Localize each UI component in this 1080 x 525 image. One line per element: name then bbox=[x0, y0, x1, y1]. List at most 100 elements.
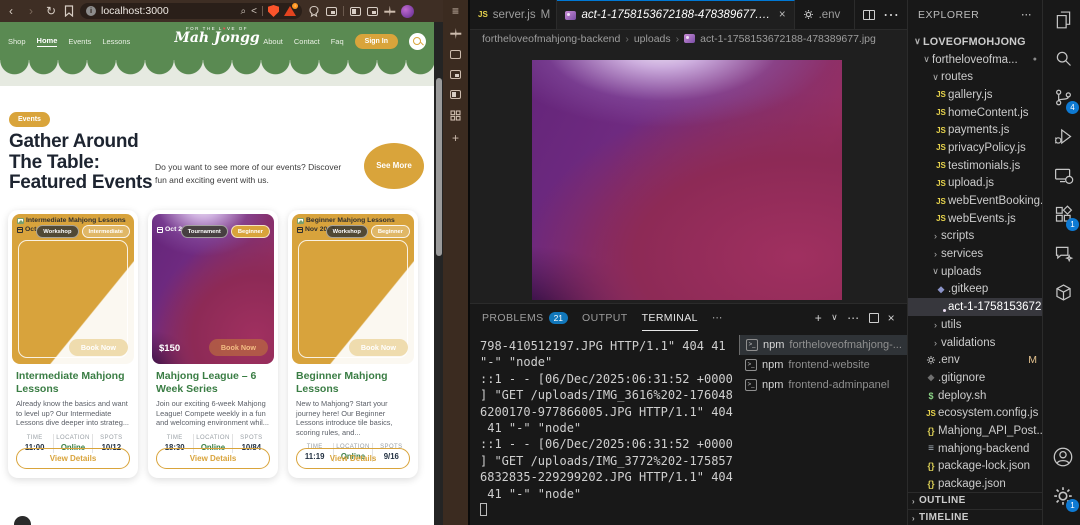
tree-folder[interactable]: ∨uploads bbox=[908, 263, 1042, 281]
tab-output[interactable]: OUTPUT bbox=[582, 304, 628, 331]
search-button[interactable] bbox=[409, 33, 426, 50]
add-panel-icon[interactable]: + bbox=[452, 132, 459, 144]
tree-folder[interactable]: ›services bbox=[908, 245, 1042, 263]
tree-file[interactable]: JSecosystem.config.js bbox=[908, 404, 1042, 422]
tree-file[interactable]: JSprivacyPolicy.js bbox=[908, 139, 1042, 157]
tab-env[interactable]: .env bbox=[795, 0, 855, 29]
nav-shop[interactable]: Shop bbox=[8, 37, 26, 46]
search-icon[interactable] bbox=[1043, 39, 1080, 78]
tree-file[interactable]: JStestimonials.js bbox=[908, 157, 1042, 175]
tree-file[interactable]: {}Mahjong_API_Post... bbox=[908, 422, 1042, 440]
site-info-icon[interactable]: i bbox=[86, 6, 96, 16]
terminal-dropdown-icon[interactable]: ∨ bbox=[831, 312, 838, 323]
tree-folder[interactable]: ∨routes bbox=[908, 68, 1042, 86]
terminal-session[interactable]: >_npmfrontend-adminpanel bbox=[739, 375, 907, 395]
tree-file[interactable]: {}package-lock.json bbox=[908, 458, 1042, 476]
tab-problems[interactable]: PROBLEMS21 bbox=[482, 304, 568, 331]
terminal-session[interactable]: >_npmfrontend-website bbox=[739, 355, 907, 375]
leo-ai-icon[interactable] bbox=[384, 6, 395, 17]
account-icon[interactable] bbox=[1043, 437, 1080, 476]
panel-actions-more-icon[interactable]: ⋯ bbox=[847, 311, 859, 325]
sidebar-toggle-icon[interactable] bbox=[350, 7, 361, 16]
tree-file[interactable]: JSpayments.js bbox=[908, 121, 1042, 139]
close-panel-icon[interactable]: × bbox=[888, 311, 895, 325]
remote-explorer-icon[interactable] bbox=[1043, 156, 1080, 195]
wallet-icon[interactable] bbox=[326, 7, 337, 16]
panel-more-icon[interactable]: ⋯ bbox=[712, 304, 723, 331]
share-icon[interactable]: < bbox=[251, 6, 257, 17]
tree-file[interactable]: JSwebEvents.js bbox=[908, 210, 1042, 228]
explorer-more-icon[interactable]: ⋯ bbox=[1021, 9, 1032, 21]
tree-file[interactable]: {}package.json bbox=[908, 475, 1042, 493]
menu-icon[interactable]: ≡ bbox=[452, 5, 459, 17]
tab-image-file[interactable]: act-1-1758153672188-478389677.jpg × bbox=[557, 0, 794, 29]
tree-file[interactable]: JSupload.js bbox=[908, 175, 1042, 193]
explorer-icon[interactable] bbox=[1043, 0, 1080, 39]
reading-mode-icon[interactable] bbox=[367, 7, 378, 16]
tree-file[interactable]: JSgallery.js bbox=[908, 86, 1042, 104]
tree-file-selected[interactable]: act-1-1758153672... bbox=[908, 298, 1042, 316]
url-text[interactable]: localhost:3000 bbox=[101, 5, 236, 17]
tree-file[interactable]: ≡mahjong-backend bbox=[908, 440, 1042, 458]
reload-icon[interactable]: ↻ bbox=[44, 0, 58, 22]
book-now-button[interactable]: Book Now bbox=[69, 339, 128, 356]
tree-file[interactable]: ◆.gitignore bbox=[908, 369, 1042, 387]
settings-gear-icon[interactable]: 1 bbox=[1043, 476, 1080, 515]
nav-events[interactable]: Events bbox=[68, 37, 91, 46]
forward-icon[interactable]: › bbox=[24, 0, 38, 22]
source-control-icon[interactable]: 4 bbox=[1043, 78, 1080, 117]
brave-rewards-icon[interactable]: ! bbox=[284, 6, 296, 16]
close-tab-icon[interactable]: × bbox=[779, 9, 786, 21]
new-terminal-icon[interactable]: + bbox=[815, 311, 822, 325]
zoom-icon[interactable]: ⌕ bbox=[241, 6, 247, 17]
nav-home[interactable]: Home bbox=[37, 36, 58, 47]
site-logo[interactable]: FOR THE L♥VE OF Mah Jongg bbox=[162, 26, 272, 46]
book-now-button[interactable]: Book Now bbox=[209, 339, 268, 356]
tree-folder[interactable]: ∨fortheloveofma...● bbox=[908, 51, 1042, 69]
tree-folder[interactable]: ›scripts bbox=[908, 228, 1042, 246]
profile-avatar[interactable] bbox=[401, 5, 414, 18]
history-panel-icon[interactable] bbox=[450, 90, 461, 99]
maximize-panel-icon[interactable] bbox=[869, 313, 879, 323]
nav-lessons[interactable]: Lessons bbox=[102, 37, 130, 46]
apps-grid-icon[interactable] bbox=[450, 110, 461, 121]
view-details-button[interactable]: View Details bbox=[296, 448, 410, 469]
scrollbar-thumb[interactable] bbox=[436, 78, 442, 256]
sign-in-button[interactable]: Sign In bbox=[355, 34, 398, 49]
tab-terminal[interactable]: TERMINAL bbox=[642, 304, 698, 331]
leo-ai-icon[interactable] bbox=[450, 28, 461, 39]
extensions-icon[interactable]: 1 bbox=[1043, 195, 1080, 234]
view-details-button[interactable]: View Details bbox=[16, 448, 130, 469]
container-tools-icon[interactable] bbox=[1043, 273, 1080, 312]
event-card[interactable]: Oct 2 Tournament Beginner $150 Book Now … bbox=[148, 210, 278, 478]
bookmark-icon[interactable] bbox=[64, 5, 74, 17]
tree-file[interactable]: $deploy.sh bbox=[908, 387, 1042, 405]
see-more-button[interactable]: See More bbox=[364, 143, 424, 189]
breadcrumb[interactable]: fortheloveofmahjong-backend › uploads › … bbox=[470, 30, 907, 47]
back-icon[interactable]: ‹ bbox=[4, 0, 18, 22]
tree-file[interactable]: JShomeContent.js bbox=[908, 104, 1042, 122]
event-card[interactable]: Intermediate Mahjong Lessons Oct Worksho… bbox=[8, 210, 138, 478]
tree-file[interactable]: .envM bbox=[908, 351, 1042, 369]
tree-file[interactable]: JSwebEventBooking... bbox=[908, 192, 1042, 210]
tree-folder[interactable]: ›validations bbox=[908, 334, 1042, 352]
extension-icon[interactable] bbox=[308, 5, 320, 17]
event-card[interactable]: Beginner Mahjong Lessons Nov 20, 2 Works… bbox=[288, 210, 418, 478]
outline-section[interactable]: ›OUTLINE bbox=[908, 492, 1042, 508]
run-debug-icon[interactable] bbox=[1043, 117, 1080, 156]
terminal-session[interactable]: >_npmfortheloveofmahjong-... bbox=[739, 335, 907, 355]
tree-folder[interactable]: ›utils bbox=[908, 316, 1042, 334]
tabs-icon[interactable] bbox=[450, 50, 461, 59]
view-details-button[interactable]: View Details bbox=[156, 448, 270, 469]
nav-faq[interactable]: Faq bbox=[331, 37, 344, 46]
tree-root[interactable]: ∨LOVEOFMOHJONG bbox=[908, 33, 1042, 51]
image-preview[interactable] bbox=[532, 60, 842, 300]
brave-shield-icon[interactable] bbox=[268, 5, 279, 17]
tab-server-js[interactable]: JS server.js M bbox=[470, 0, 557, 29]
timeline-section[interactable]: ›TIMELINE bbox=[908, 509, 1042, 525]
chat-icon[interactable] bbox=[1043, 234, 1080, 273]
tree-file[interactable]: ◆.gitkeep bbox=[908, 281, 1042, 299]
split-editor-icon[interactable] bbox=[863, 10, 875, 20]
nav-contact[interactable]: Contact bbox=[294, 37, 320, 46]
more-actions-icon[interactable]: ⋯ bbox=[883, 5, 899, 25]
